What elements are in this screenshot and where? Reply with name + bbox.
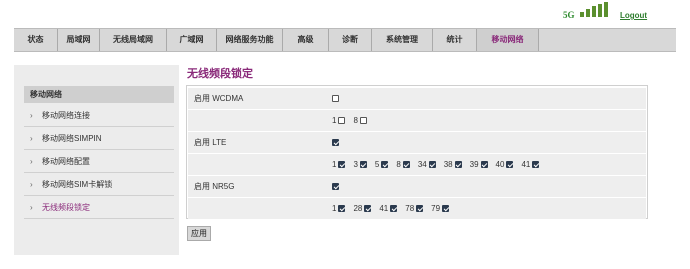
page-title: 无线频段锁定 <box>187 68 253 80</box>
band-number: 39 <box>469 160 479 169</box>
sidebar-item-label: 无线频段锁定 <box>42 203 90 212</box>
band-number: 8 <box>353 116 358 125</box>
band-number: 78 <box>405 204 415 213</box>
nr5g-band-option[interactable]: 78 <box>405 198 424 219</box>
network-type-label: 5G <box>563 10 575 20</box>
band-number: 41 <box>379 204 389 213</box>
sidebar-item-mobile-config[interactable]: › 移动网络配置 <box>24 151 174 173</box>
band-checkbox[interactable] <box>454 161 462 168</box>
tab-mobile-network[interactable]: 移动网络 <box>477 29 539 51</box>
band-number: 1 <box>332 160 337 169</box>
band-checkbox[interactable] <box>428 161 436 168</box>
lte-enable-row: 启用 LTE <box>188 132 646 153</box>
band-checkbox[interactable] <box>416 205 424 212</box>
wcdma-band-option[interactable]: 1 <box>332 110 346 131</box>
band-checkbox[interactable] <box>364 205 372 212</box>
lte-band-option[interactable]: 5 <box>374 154 389 175</box>
signal-strength-icon <box>578 2 608 17</box>
tab-wan[interactable]: 广域网 <box>167 29 217 51</box>
main-nav: 状态 局域网 无线局域网 广域网 网络服务功能 高级 诊断 系统管理 统计 移动… <box>14 28 676 52</box>
chevron-right-icon: › <box>30 157 33 166</box>
tab-status[interactable]: 状态 <box>14 29 58 51</box>
nr5g-enable-checkbox[interactable] <box>332 183 339 190</box>
sidebar: 移动网络 › 移动网络连接 › 移动网络SIMPIN › 移动网络配置 › 移动… <box>14 65 179 255</box>
lte-enable-label: 启用 LTE <box>194 138 227 147</box>
logout-link[interactable]: Logout <box>620 11 647 20</box>
chevron-right-icon: › <box>30 203 33 212</box>
tab-advanced[interactable]: 高级 <box>283 29 329 51</box>
chevron-right-icon: › <box>30 180 33 189</box>
tab-network-services[interactable]: 网络服务功能 <box>217 29 283 51</box>
band-checkbox[interactable] <box>338 117 346 124</box>
sidebar-item-label: 移动网络SIMPIN <box>42 134 102 143</box>
chevron-right-icon: › <box>30 111 33 120</box>
sidebar-item-label: 移动网络配置 <box>42 157 90 166</box>
band-number: 5 <box>374 160 380 169</box>
nr5g-band-option[interactable]: 1 <box>332 198 346 219</box>
lte-band-option[interactable]: 38 <box>444 154 462 175</box>
band-number: 79 <box>431 204 441 213</box>
lte-bands-row: 1 3 5 8 34 38 39 40 41 <box>188 154 646 175</box>
band-number: 34 <box>417 160 427 169</box>
band-number: 41 <box>521 160 531 169</box>
sidebar-item-mobile-connection[interactable]: › 移动网络连接 <box>24 105 174 127</box>
sidebar-item-sim-unlock[interactable]: › 移动网络SIM卡解锁 <box>24 174 174 196</box>
tab-system-admin[interactable]: 系统管理 <box>372 29 433 51</box>
top-bar: 5G Logout <box>0 0 690 28</box>
sidebar-item-label: 移动网络连接 <box>42 111 90 120</box>
band-checkbox[interactable] <box>480 161 488 168</box>
band-number: 28 <box>353 204 363 213</box>
chevron-right-icon: › <box>30 134 33 143</box>
sidebar-item-band-lock[interactable]: › 无线频段锁定 <box>24 197 174 219</box>
wcdma-enable-checkbox[interactable] <box>332 95 339 102</box>
wcdma-enable-row: 启用 WCDMA <box>188 88 646 109</box>
band-number: 1 <box>332 116 337 125</box>
band-number: 40 <box>495 160 505 169</box>
lte-band-option[interactable]: 40 <box>496 154 514 175</box>
wcdma-bands-row: 18 <box>188 110 646 131</box>
lte-band-option[interactable]: 3 <box>353 154 367 175</box>
lte-band-option[interactable]: 8 <box>396 154 410 175</box>
lte-band-option[interactable]: 41 <box>521 154 540 175</box>
nr5g-enable-label: 启用 NR5G <box>194 182 235 191</box>
tab-wlan[interactable]: 无线局域网 <box>100 29 167 51</box>
band-number: 8 <box>396 160 401 169</box>
wcdma-enable-label: 启用 WCDMA <box>194 94 244 103</box>
nr5g-bands-row: 1 28 41 78 79 <box>188 198 646 219</box>
band-checkbox[interactable] <box>338 161 346 168</box>
band-number: 3 <box>353 160 358 169</box>
lte-band-option[interactable]: 34 <box>418 154 436 175</box>
band-checkbox[interactable] <box>359 161 367 168</box>
apply-button[interactable]: 应用 <box>187 226 211 241</box>
nr5g-enable-row: 启用 NR5G <box>188 176 646 197</box>
band-checkbox[interactable] <box>532 161 540 168</box>
nr5g-band-option[interactable]: 79 <box>431 198 450 219</box>
band-checkbox[interactable] <box>390 205 398 212</box>
band-checkbox[interactable] <box>506 161 514 168</box>
band-number: 1 <box>332 204 337 213</box>
tab-lan[interactable]: 局域网 <box>58 29 100 51</box>
sidebar-title: 移动网络 <box>24 86 174 103</box>
tab-diagnostics[interactable]: 诊断 <box>329 29 372 51</box>
wcdma-band-option[interactable]: 8 <box>353 110 367 131</box>
sidebar-item-label: 移动网络SIM卡解锁 <box>42 180 113 189</box>
sidebar-item-simpin[interactable]: › 移动网络SIMPIN <box>24 128 174 150</box>
tab-statistics[interactable]: 统计 <box>433 29 477 51</box>
nr5g-band-option[interactable]: 41 <box>379 198 398 219</box>
nr5g-band-option[interactable]: 28 <box>353 198 372 219</box>
band-checkbox[interactable] <box>359 117 367 124</box>
band-lock-panel: 启用 WCDMA 18 启用 LTE 1 3 5 8 34 38 39 40 41 启用 NR5… <box>186 85 648 219</box>
band-checkbox[interactable] <box>442 205 450 212</box>
lte-enable-checkbox[interactable] <box>332 139 339 146</box>
band-checkbox[interactable] <box>338 205 346 212</box>
band-checkbox[interactable] <box>402 161 410 168</box>
band-number: 38 <box>443 160 453 169</box>
lte-band-option[interactable]: 39 <box>470 154 488 175</box>
lte-band-option[interactable]: 1 <box>332 154 346 175</box>
band-checkbox[interactable] <box>381 161 389 168</box>
